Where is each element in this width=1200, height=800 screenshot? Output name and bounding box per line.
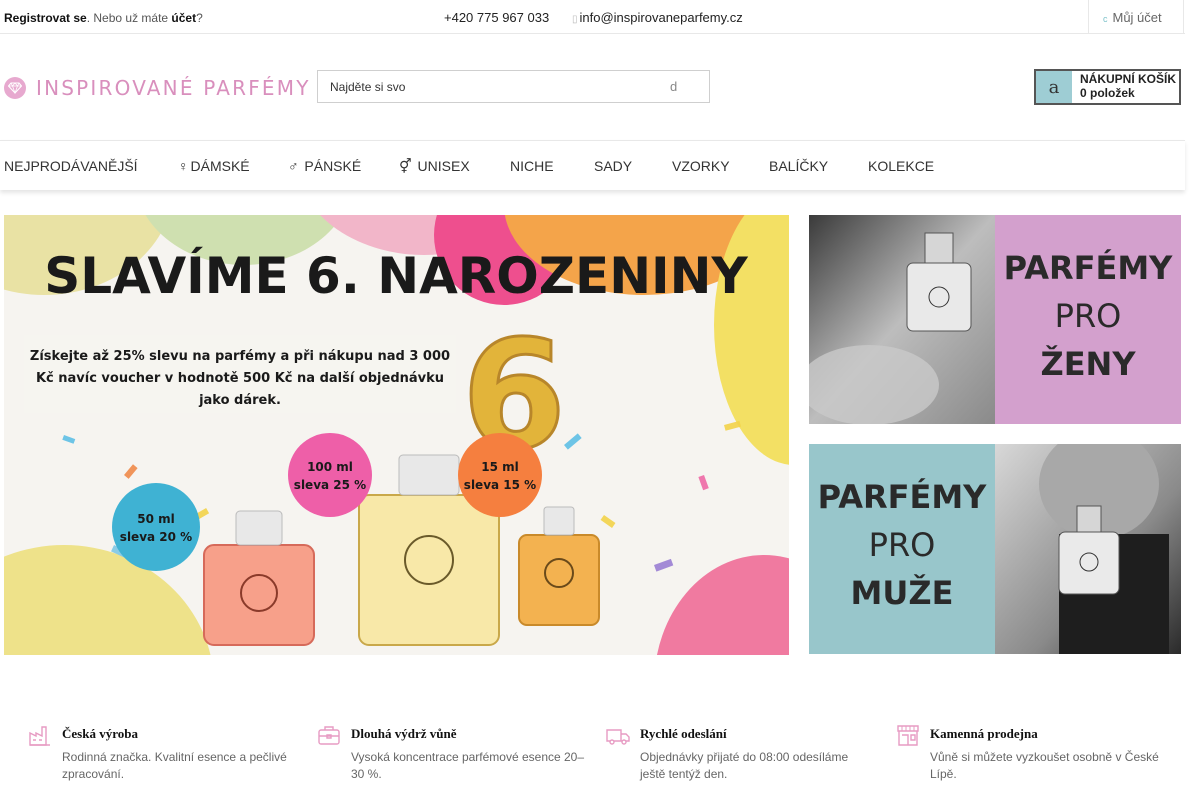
feature-text: Objednávky přijaté do 08:00 odesíláme je…: [640, 750, 849, 781]
women-banner-line3: ŽENY: [1040, 345, 1136, 383]
svg-text:sleva 20 %: sleva 20 %: [120, 530, 192, 544]
register-prompt: Registrovat se. Nebo už máte účet?: [4, 11, 203, 25]
email-text: info@inspirovaneparfemy.cz: [579, 10, 743, 25]
feature-title: Rychlé odeslání: [640, 726, 727, 741]
nav-item-collections[interactable]: KOLEKCE: [868, 158, 934, 174]
diamond-logo-icon: [4, 77, 26, 99]
svg-text:100 ml: 100 ml: [307, 460, 353, 474]
email-link[interactable]: ▯ info@inspirovaneparfemy.cz: [572, 10, 743, 25]
women-banner-line2: PRO: [1055, 297, 1122, 335]
hero-title: SLAVÍME 6. NAROZENINY: [44, 246, 748, 305]
nav-item-samples[interactable]: VZORKY: [672, 158, 730, 174]
register-link[interactable]: Registrovat se: [4, 11, 87, 25]
briefcase-icon: [318, 726, 340, 745]
brand-name: INSPIROVANÉ PARFÉMY: [36, 76, 311, 100]
men-banner-line1: PARFÉMY: [818, 478, 987, 516]
male-symbol-icon: ♂: [288, 158, 299, 174]
truck-icon: [606, 729, 630, 745]
nav-item-bestsellers[interactable]: NEJPRODÁVANĚJŠÍ: [4, 158, 138, 174]
nav-item-label: PÁNSKÉ: [304, 158, 362, 174]
account-login-link[interactable]: účet: [171, 11, 196, 25]
register-middle-text: . Nebo už máte: [86, 11, 172, 25]
badge-15ml: [458, 433, 542, 517]
feature-text: Rodinná značka. Kvalitní esence a pečliv…: [62, 750, 287, 781]
feature-text: Vysoká koncentrace parfémové esence 20–3…: [351, 750, 585, 781]
feature-text: Vůně si můžete vyzkoušet osobně v České …: [930, 750, 1159, 781]
feature-title: Česká výroba: [62, 726, 138, 741]
feature-title: Kamenná prodejna: [930, 726, 1038, 741]
nav-item-label: BALÍČKY: [769, 158, 829, 174]
men-banner-line2: PRO: [869, 526, 936, 564]
cart-summary: NÁKUPNÍ KOŠÍK 0 položek: [1072, 71, 1176, 103]
promo-text-line2: Kč navíc voucher v hodnotě 500 Kč na dal…: [36, 371, 444, 386]
nav-item-label: VZORKY: [672, 158, 730, 174]
men-banner-line3: MUŽE: [851, 574, 954, 612]
cart-count: 0 položek: [1080, 86, 1135, 100]
nav-item-label: DÁMSKÉ: [190, 158, 250, 174]
svg-text:15 ml: 15 ml: [481, 460, 519, 474]
feature-title: Dlouhá výdrž vůně: [351, 726, 457, 741]
nav-item-label: NEJPRODÁVANĚJŠÍ: [4, 158, 138, 174]
women-perfumes-banner[interactable]: PARFÉMY PRO ŽENY: [809, 215, 1181, 424]
women-banner-art: PARFÉMY PRO ŽENY: [809, 215, 1181, 424]
cart-title: NÁKUPNÍ KOŠÍK: [1080, 72, 1177, 86]
factory-icon: [29, 726, 50, 746]
svg-text:50 ml: 50 ml: [137, 512, 175, 526]
cart-button[interactable]: a NÁKUPNÍ KOŠÍK 0 položek: [1034, 69, 1181, 105]
promo-text-line3: jako dárek.: [198, 393, 281, 408]
svg-text:sleva 25 %: sleva 25 %: [294, 478, 366, 492]
main-navigation: NEJPRODÁVANĚJŠÍ ♀ DÁMSKÉ ♂ PÁNSKÉ ⚥ UNISE…: [0, 140, 1185, 190]
store-icon: [897, 725, 919, 746]
register-question-mark: ?: [196, 11, 203, 25]
search-input[interactable]: [318, 71, 658, 102]
men-banner-art: PARFÉMY PRO MUŽE: [809, 444, 1181, 654]
nav-item-men[interactable]: ♂ PÁNSKÉ: [288, 158, 361, 174]
nav-item-label: UNISEX: [417, 158, 470, 174]
men-perfumes-banner[interactable]: PARFÉMY PRO MUŽE: [809, 444, 1181, 654]
nav-item-unisex[interactable]: ⚥ UNISEX: [399, 158, 470, 175]
search-box: d: [317, 70, 710, 103]
svg-text:sleva 15 %: sleva 15 %: [464, 478, 536, 492]
birthday-promo-banner[interactable]: 6 SLAVÍME 6. NAROZENINY Získejte až 25% …: [4, 215, 789, 655]
female-symbol-icon: ♀: [178, 158, 189, 174]
phone-link[interactable]: +420 775 967 033: [444, 10, 549, 25]
nav-item-sets[interactable]: SADY: [594, 158, 632, 174]
birthday-banner-art: 6 SLAVÍME 6. NAROZENINY Získejte až 25% …: [4, 215, 789, 655]
nav-item-label: KOLEKCE: [868, 158, 935, 174]
badge-50ml: [112, 483, 200, 571]
badge-100ml: [288, 433, 372, 517]
my-account-button[interactable]: c Můj účet: [1088, 0, 1184, 34]
unisex-symbol-icon: ⚥: [399, 158, 412, 174]
nav-item-label: SADY: [594, 158, 633, 174]
email-icon: ▯: [572, 14, 578, 25]
top-bar: Registrovat se. Nebo už máte účet? +420 …: [0, 0, 1185, 34]
my-account-label: Můj účet: [1112, 10, 1162, 25]
nav-item-women[interactable]: ♀ DÁMSKÉ: [178, 158, 250, 174]
women-banner-line1: PARFÉMY: [1004, 249, 1173, 287]
nav-item-niche[interactable]: NICHE: [510, 158, 554, 174]
nav-item-packages[interactable]: BALÍČKY: [769, 158, 828, 174]
user-icon: c: [1103, 14, 1108, 24]
cart-icon: a: [1036, 71, 1072, 103]
promo-text-line1: Získejte až 25% slevu na parfémy a při n…: [30, 349, 450, 364]
nav-item-label: NICHE: [510, 158, 554, 174]
site-logo[interactable]: INSPIROVANÉ PARFÉMY: [4, 76, 311, 100]
search-icon[interactable]: d: [670, 79, 677, 94]
